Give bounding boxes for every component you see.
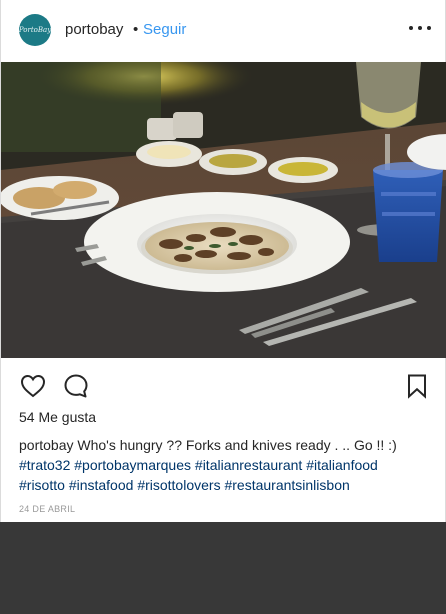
avatar-logo-text: PortoBay [18, 26, 52, 34]
bookmark-icon[interactable] [403, 372, 431, 400]
separator-dot: • [133, 21, 139, 38]
heart-icon[interactable] [19, 372, 47, 400]
follow-button[interactable]: Seguir [143, 21, 186, 38]
post-actions [1, 358, 446, 408]
username-link[interactable]: portobay [65, 21, 123, 38]
post-date[interactable]: 24 DE ABRIL [19, 504, 75, 514]
hashtag[interactable]: #instafood [69, 477, 134, 493]
hashtag[interactable]: #restaurantsinlisbon [224, 477, 349, 493]
hashtag[interactable]: #portobaymarques [74, 457, 191, 473]
post-caption: portobay Who's hungry ?? Forks and knive… [19, 435, 433, 495]
comment-icon[interactable] [62, 372, 90, 400]
hashtag[interactable]: #italianrestaurant [195, 457, 302, 473]
post-photo[interactable] [1, 62, 446, 358]
caption-username[interactable]: portobay [19, 437, 73, 453]
hashtag[interactable]: #risottolovers [137, 477, 220, 493]
likes-count[interactable]: 54 Me gusta [19, 409, 96, 425]
more-options-icon[interactable] [409, 18, 431, 38]
risotto-dish-image [1, 62, 446, 358]
hashtag[interactable]: #italianfood [306, 457, 378, 473]
bottom-dark-panel [0, 522, 446, 614]
caption-text: Who's hungry ?? Forks and knives ready .… [77, 437, 397, 453]
hashtag[interactable]: #trato32 [19, 457, 70, 473]
hashtag[interactable]: #risotto [19, 477, 65, 493]
post-header: PortoBay portobay • Seguir [1, 0, 446, 62]
instagram-post: PortoBay portobay • Seguir 54 Me gusta p… [0, 0, 446, 522]
avatar[interactable]: PortoBay [19, 14, 51, 46]
